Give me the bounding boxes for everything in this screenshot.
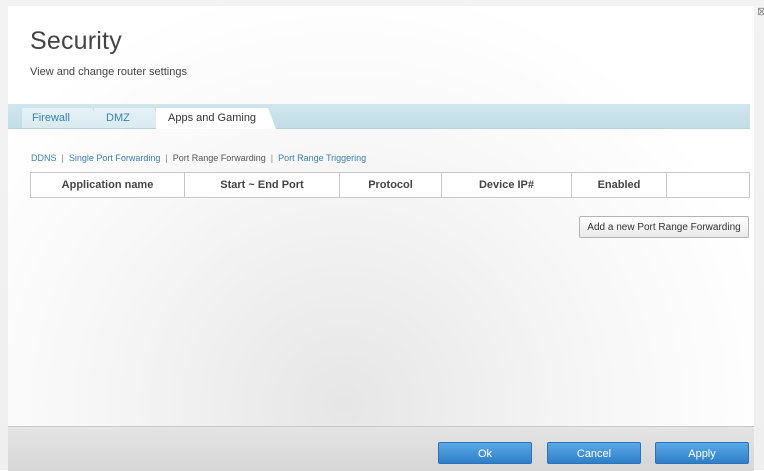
apply-button[interactable]: Apply	[655, 442, 749, 464]
column-header-port-range: Start ~ End Port	[184, 172, 340, 198]
column-header-protocol: Protocol	[339, 172, 442, 198]
page-subtitle: View and change router settings	[30, 66, 187, 78]
page-title: Security	[30, 27, 122, 55]
separator: |	[61, 153, 64, 163]
separator: |	[270, 153, 274, 163]
tab-apps-and-gaming[interactable]: Apps and Gaming	[156, 108, 276, 129]
tab-label: Apps and Gaming	[168, 112, 257, 124]
tab-label: Firewall	[32, 112, 70, 124]
add-port-range-forwarding-button[interactable]: Add a new Port Range Forwarding	[579, 216, 749, 238]
ok-button[interactable]: Ok	[438, 442, 532, 464]
subnav-port-range-forwarding[interactable]: Port Range Forwarding	[173, 153, 266, 163]
subnav-single-port-forwarding[interactable]: Single Port Forwarding	[69, 153, 161, 163]
footer-bar	[8, 426, 754, 471]
subnav-port-range-triggering[interactable]: Port Range Triggering	[278, 153, 366, 163]
column-header-device-ip: Device IP#	[441, 172, 572, 198]
close-icon[interactable]: ⊠	[757, 7, 764, 18]
column-header-enabled: Enabled	[571, 172, 667, 198]
column-header-actions	[666, 172, 750, 198]
separator: |	[165, 153, 168, 163]
subnav-ddns[interactable]: DDNS	[31, 153, 57, 163]
subnav: DDNS | Single Port Forwarding | Port Range F…	[31, 153, 366, 163]
column-header-application-name: Application name	[30, 172, 185, 198]
cancel-button[interactable]: Cancel	[547, 442, 641, 464]
tab-dmz[interactable]: DMZ	[94, 108, 162, 128]
tab-bar: Firewall DMZ Apps and Gaming	[8, 104, 750, 129]
port-range-forwarding-table: Application name Start ~ End Port Protoc…	[30, 172, 750, 198]
tab-label: DMZ	[106, 112, 130, 124]
table-header-row: Application name Start ~ End Port Protoc…	[30, 172, 750, 198]
tab-firewall[interactable]: Firewall	[22, 108, 100, 128]
